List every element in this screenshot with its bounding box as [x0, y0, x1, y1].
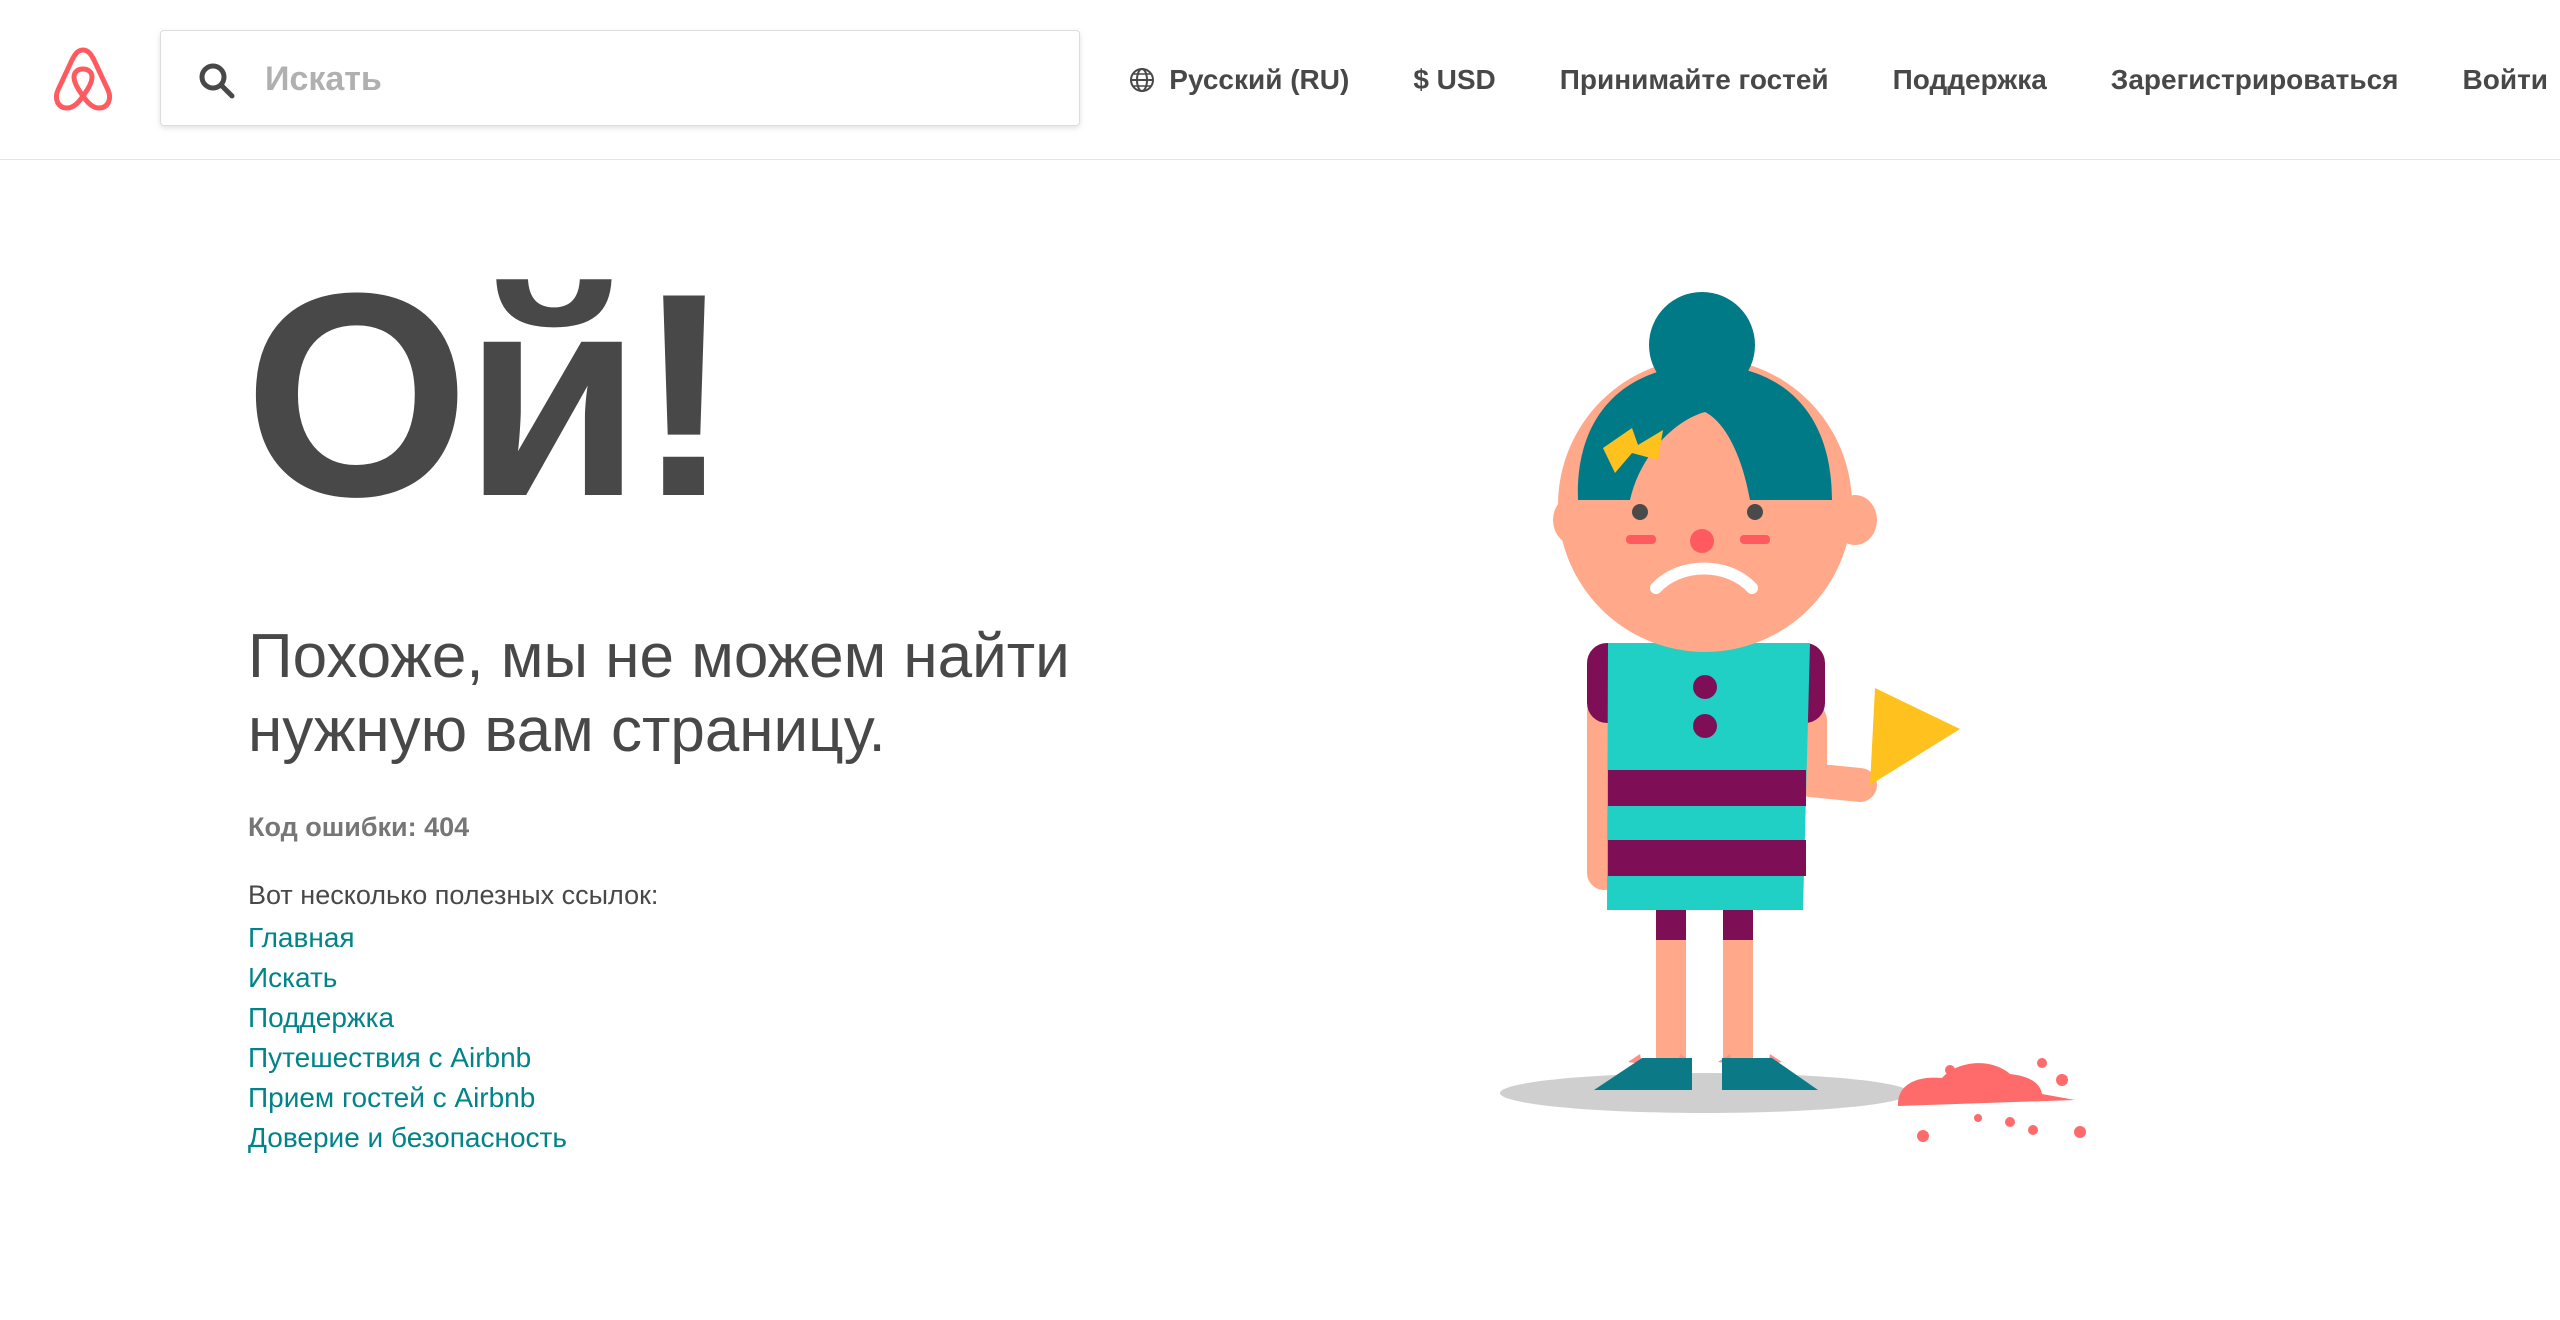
page-title: Ой! — [244, 233, 732, 557]
legs — [1656, 900, 1753, 1060]
link-travel[interactable]: Путешествия с Airbnb — [248, 1042, 531, 1073]
list-item: Поддержка — [248, 998, 567, 1038]
links-intro: Вот несколько полезных ссылок: — [248, 880, 659, 910]
left-shoe — [1594, 1058, 1692, 1090]
language-selector[interactable]: Русский (RU) — [1129, 64, 1349, 96]
error-code: Код ошибки: 404 — [248, 812, 470, 842]
link-help[interactable]: Поддержка — [248, 1002, 394, 1033]
empty-cone — [1870, 688, 1960, 785]
site-header: Русский (RU) $ USD Принимайте гостей Под… — [0, 0, 2560, 160]
sad-girl-dropped-ice-cream-illustration — [1500, 292, 2086, 1142]
error-subtitle: Похоже, мы не можем найти нужную вам стр… — [248, 620, 1148, 768]
ground-shadow — [1500, 1073, 1910, 1113]
login-link[interactable]: Войти — [2463, 64, 2548, 96]
link-hosting[interactable]: Прием гостей с Airbnb — [248, 1082, 535, 1113]
head — [1553, 292, 1877, 652]
list-item: Искать — [248, 958, 567, 998]
subtitle-line-1: Похоже, мы не можем найти — [248, 622, 1070, 691]
header-nav: Русский (RU) $ USD Принимайте гостей Под… — [1129, 0, 2560, 160]
globe-icon — [1130, 68, 1155, 92]
language-label: Русский (RU) — [1169, 64, 1350, 95]
melted-ice-cream-puddle — [1898, 1058, 2086, 1142]
list-item: Прием гостей с Airbnb — [248, 1078, 567, 1118]
list-item: Путешествия с Airbnb — [248, 1038, 567, 1078]
host-link[interactable]: Принимайте гостей — [1560, 64, 1829, 96]
help-link[interactable]: Поддержка — [1893, 64, 2047, 96]
helpful-links-list: Главная Искать Поддержка Путешествия с A… — [248, 918, 567, 1158]
subtitle-line-2: нужную вам страницу. — [248, 696, 886, 765]
airbnb-logo[interactable] — [50, 44, 116, 114]
link-search[interactable]: Искать — [248, 962, 337, 993]
search-bar[interactable] — [160, 30, 1080, 126]
currency-selector[interactable]: $ USD — [1413, 64, 1495, 96]
list-item: Доверие и безопасность — [248, 1118, 567, 1158]
right-shoe — [1722, 1058, 1818, 1090]
search-icon — [199, 63, 235, 99]
dress — [1607, 643, 1810, 910]
link-trust-safety[interactable]: Доверие и безопасность — [248, 1122, 567, 1153]
link-home[interactable]: Главная — [248, 922, 355, 953]
signup-link[interactable]: Зарегистрироваться — [2111, 64, 2399, 96]
list-item: Главная — [248, 918, 567, 958]
search-input[interactable] — [265, 49, 1045, 109]
